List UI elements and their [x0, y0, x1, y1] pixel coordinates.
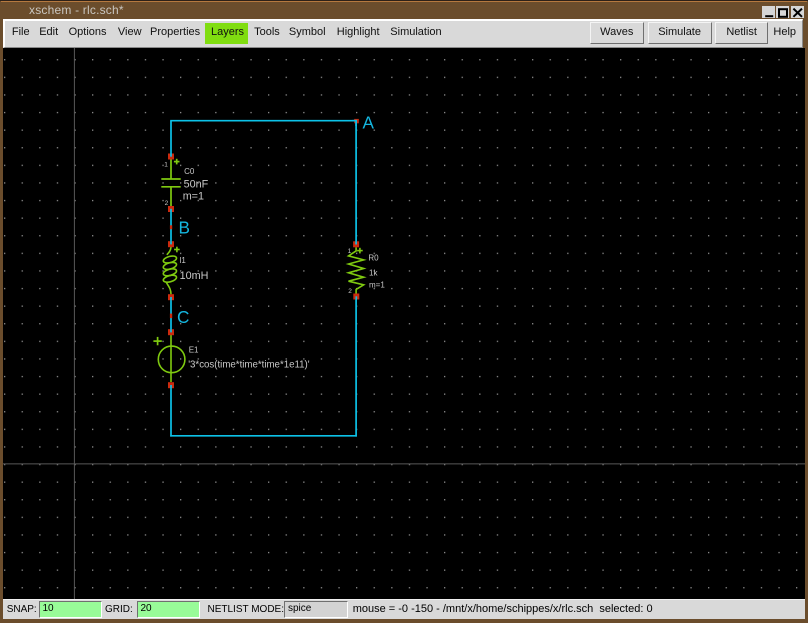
- svg-text:2: 2: [348, 288, 352, 295]
- svg-text:R0: R0: [368, 253, 379, 262]
- svg-text:m=1: m=1: [369, 280, 385, 289]
- svg-text:1: 1: [347, 247, 351, 254]
- svg-text:B: B: [178, 217, 189, 237]
- svg-text:C: C: [177, 306, 189, 326]
- svg-text:1: 1: [164, 161, 168, 168]
- svg-text:'3*cos(time*time*time*1e11)': '3*cos(time*time*time*1e11)': [188, 359, 310, 370]
- svg-text:E1: E1: [188, 345, 198, 354]
- svg-text:m=1: m=1: [182, 190, 203, 202]
- svg-text:1k: 1k: [369, 268, 378, 277]
- svg-text:C0: C0: [184, 166, 195, 175]
- svg-text:A: A: [362, 112, 374, 132]
- svg-text:2: 2: [164, 200, 168, 207]
- svg-text:10mH: 10mH: [179, 269, 208, 281]
- svg-text:50nF: 50nF: [183, 178, 208, 190]
- svg-text:l1: l1: [179, 256, 186, 265]
